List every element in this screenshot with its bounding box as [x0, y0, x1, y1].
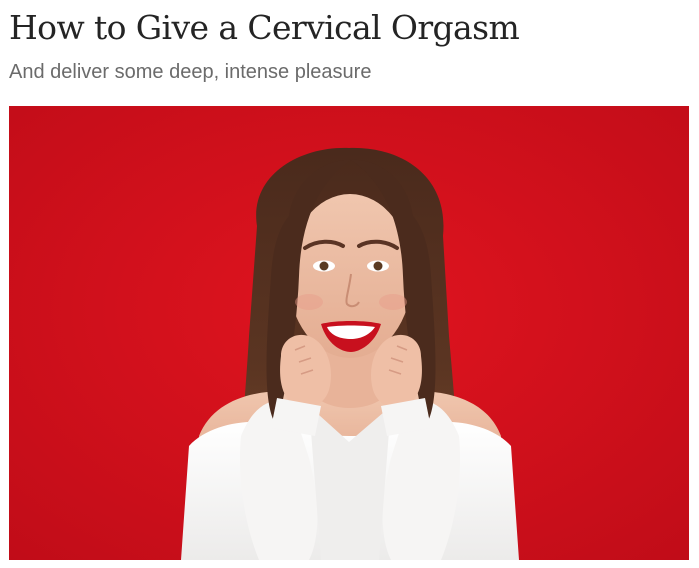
article-title: How to Give a Cervical Orgasm — [9, 8, 520, 47]
hero-illustration — [9, 106, 689, 560]
article-subtitle: And deliver some deep, intense pleasure — [9, 61, 372, 83]
hero-image — [9, 106, 689, 560]
